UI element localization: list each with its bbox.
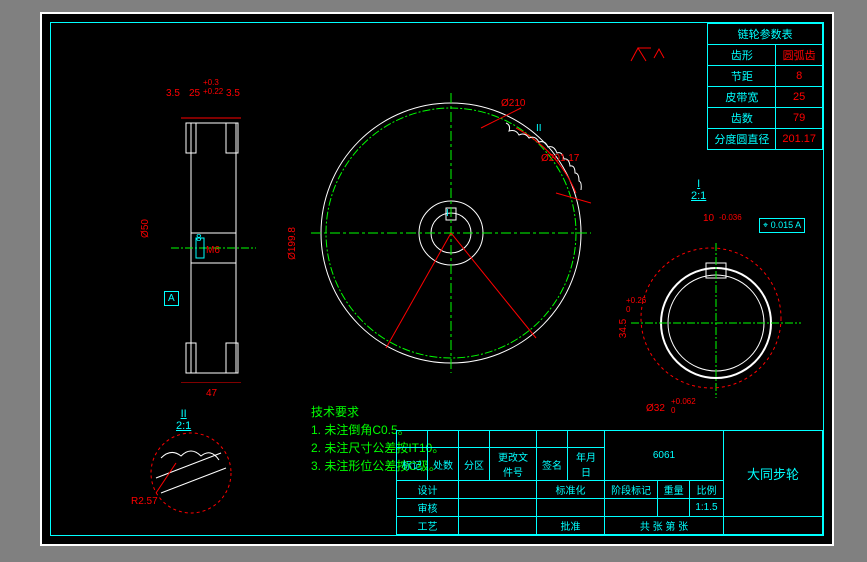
dim-32: Ø32	[646, 403, 665, 414]
param-value: 201.17	[776, 129, 823, 150]
tb-zone: 分区	[459, 448, 490, 481]
dim-10-tol: -0.036	[719, 213, 742, 222]
tb-sign: 签名	[537, 448, 568, 481]
param-value: 25	[776, 87, 823, 108]
scale-i: I 2:1	[691, 178, 706, 202]
param-title: 链轮参数表	[708, 24, 823, 45]
tb-weight: 重量	[658, 481, 690, 499]
tb-date: 年月日	[568, 448, 605, 481]
section-ii-label: II	[536, 123, 542, 134]
part-name: 大同步轮	[724, 431, 823, 517]
tb-prop: 比例	[689, 481, 723, 499]
parameter-table: 链轮参数表 齿形圆弧齿 节距8 皮带宽25 齿数79 分度圆直径201.17	[707, 23, 823, 150]
dim-199: Ø199.8	[287, 227, 298, 260]
datum-a: A	[164, 291, 179, 306]
material: 6061	[605, 431, 724, 481]
param-value: 圆弧齿	[776, 45, 823, 66]
dim-r257: R2.57	[131, 496, 158, 507]
dim-35b: 3.5	[226, 88, 240, 99]
gear-front-view	[311, 93, 591, 373]
dim-25-tol: +0.3 +0.22	[203, 78, 223, 96]
cad-viewport[interactable]: 链轮参数表 齿形圆弧齿 节距8 皮带宽25 齿数79 分度圆直径201.17 3…	[40, 12, 834, 546]
section-i-label: I	[446, 208, 449, 219]
tb-total: 共 张 第 张	[605, 517, 724, 535]
tb-std: 标准化	[537, 481, 605, 499]
dim-345-tol: +0.26 0	[626, 296, 646, 314]
dim-345: 34.5	[618, 319, 629, 338]
dim-25: 25	[189, 88, 200, 99]
dim-8: 8	[196, 233, 202, 244]
param-label: 皮带宽	[708, 87, 776, 108]
tb-approve: 批准	[537, 517, 605, 535]
param-label: 分度圆直径	[708, 129, 776, 150]
tb-stage: 阶段标记	[605, 481, 658, 499]
dim-10: 10	[703, 213, 714, 224]
dim-32-tol: +0.062 0	[671, 397, 696, 415]
tb-place: 处数	[428, 448, 459, 481]
side-view	[161, 93, 271, 383]
tech-title: 技术要求	[311, 403, 444, 421]
gtol-frame: ⌖ 0.015 A	[759, 218, 805, 233]
tb-craft: 工艺	[397, 517, 459, 535]
param-label: 齿形	[708, 45, 776, 66]
surface-finish-icon	[626, 43, 666, 68]
param-label: 齿数	[708, 108, 776, 129]
detail-view-i	[631, 223, 801, 403]
dim-35a: 3.5	[166, 88, 180, 99]
dim-210: Ø210	[501, 98, 525, 109]
tb-file: 更改文件号	[490, 448, 537, 481]
param-value: 79	[776, 108, 823, 129]
dim-47: 47	[206, 388, 217, 399]
drawing-frame: 链轮参数表 齿形圆弧齿 节距8 皮带宽25 齿数79 分度圆直径201.17 3…	[50, 22, 824, 536]
tb-scale: 1:1.5	[689, 499, 723, 517]
param-label: 节距	[708, 66, 776, 87]
title-block: 6061 大同步轮 标记 处数 分区 更改文件号 签名 年月日 设计 标准化 阶…	[396, 430, 823, 535]
tb-design: 设计	[397, 481, 459, 499]
tb-mark: 标记	[397, 448, 428, 481]
dim-m6: M6	[206, 245, 220, 256]
dim-50: Ø50	[140, 219, 151, 238]
dim-201: Ø201.17	[541, 153, 579, 164]
tb-check: 审核	[397, 499, 459, 517]
param-value: 8	[776, 66, 823, 87]
